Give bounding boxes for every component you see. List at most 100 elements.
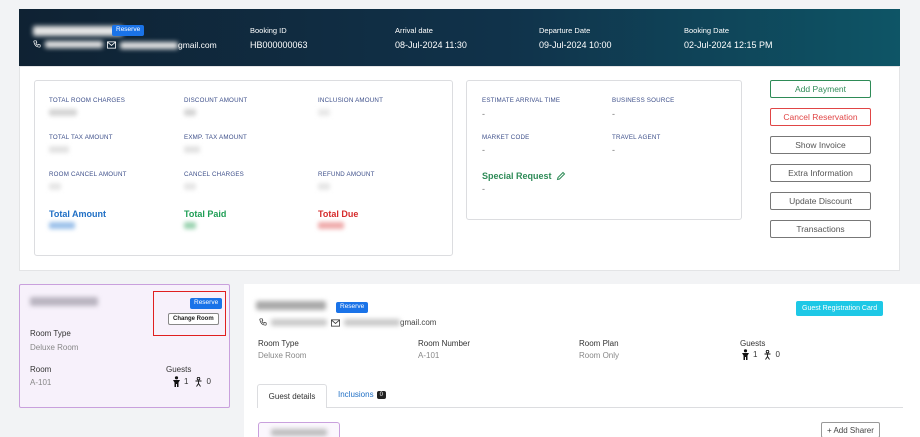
arrival-value: 08-Jul-2024 11:30 [395, 40, 467, 50]
room-status-badge: Reserve [190, 298, 223, 309]
children-count: 0 [206, 377, 211, 386]
total-paid-value [184, 222, 196, 229]
detail-room-type-label: Room Type [258, 339, 299, 348]
business-source-label: BUSINESS SOURCE [612, 97, 675, 104]
room-cancel-amount-label: ROOM CANCEL AMOUNT [49, 171, 127, 178]
booking-date-field: Booking Date 02-Jul-2024 12:15 PM [684, 26, 773, 50]
change-room-button[interactable]: Change Room [168, 313, 219, 325]
guest-email: gmail.com [107, 40, 217, 50]
booking-date-value: 02-Jul-2024 12:15 PM [684, 40, 773, 50]
detail-email-domain: gmail.com [400, 318, 437, 327]
booking-id-value: HB000000063 [250, 40, 308, 50]
total-amount-label: Total Amount [49, 209, 106, 219]
phone-redacted [45, 40, 103, 48]
inclusion-amount-label: INCLUSION AMOUNT [318, 97, 384, 104]
guest-phone [33, 40, 103, 48]
booking-info-card: ESTIMATE ARRIVAL TIME - BUSINESS SOURCE … [466, 80, 742, 220]
total-room-charges-value [49, 109, 77, 116]
total-room-charges-label: TOTAL ROOM CHARGES [49, 97, 126, 104]
total-due-value [318, 222, 344, 229]
detail-guests-count: 1 0 [741, 349, 780, 360]
room-type-label: Room Type [30, 329, 71, 338]
discount-amount-label: DISCOUNT AMOUNT [184, 97, 248, 104]
guests-count: 1 0 [172, 376, 211, 387]
departure-field: Departure Date 09-Jul-2024 10:00 [539, 26, 612, 50]
special-request-value: - [482, 184, 485, 194]
refund-amount-label: REFUND AMOUNT [318, 171, 375, 178]
departure-value: 09-Jul-2024 10:00 [539, 40, 612, 50]
booking-id-field: Booking ID HB000000063 [250, 26, 308, 50]
detail-email-redacted [344, 319, 400, 326]
tab-inclusions[interactable]: Inclusions 0 [338, 390, 386, 399]
detail-room-plan-value: Room Only [579, 351, 620, 360]
exmp-tax-amount-value [184, 146, 200, 153]
tab-guest-details[interactable]: Guest details [257, 384, 327, 408]
edit-icon[interactable] [556, 171, 566, 181]
inclusion-amount-value [318, 109, 330, 116]
add-payment-button[interactable]: Add Payment [770, 80, 871, 98]
sharer-name-redacted [271, 429, 327, 436]
tab-inclusions-label: Inclusions [338, 390, 374, 399]
detail-room-number-value: A-101 [418, 351, 440, 360]
update-discount-button[interactable]: Update Discount [770, 192, 871, 210]
child-icon [195, 376, 202, 387]
detail-room-plan-label: Room Plan [579, 339, 619, 348]
business-source-value: - [612, 109, 615, 119]
adult-icon [173, 376, 180, 387]
departure-label: Departure Date [539, 26, 591, 35]
detail-guest-name-redacted [256, 301, 326, 310]
status-badge: Reserve [112, 25, 145, 36]
tabs-divider [327, 407, 903, 408]
guests-label: Guests [166, 365, 192, 374]
phone-icon [259, 318, 267, 326]
arrival-field: Arrival date 08-Jul-2024 11:30 [395, 26, 467, 50]
phone-icon [33, 40, 41, 48]
charges-card: TOTAL ROOM CHARGES DISCOUNT AMOUNT INCLU… [34, 80, 453, 256]
special-request: Special Request [482, 171, 566, 181]
adult-icon [742, 349, 749, 360]
guest-name-redacted [33, 26, 123, 36]
discount-amount-value [184, 109, 196, 116]
sharer-card[interactable] [258, 422, 340, 437]
total-tax-amount-value [49, 146, 69, 153]
room-label: Room [30, 365, 52, 374]
detail-phone-redacted [271, 318, 327, 326]
eta-label: ESTIMATE ARRIVAL TIME [482, 97, 561, 104]
eta-value: - [482, 109, 485, 119]
transactions-button[interactable]: Transactions [770, 220, 871, 238]
total-amount-value [49, 222, 75, 229]
detail-room-type-value: Deluxe Room [258, 351, 307, 360]
room-cancel-amount-value [49, 183, 61, 190]
reservation-detail-panel: Reserve gmail.com Guest Registration Car… [244, 284, 920, 437]
cancel-reservation-button[interactable]: Cancel Reservation [770, 108, 871, 126]
booking-date-label: Booking Date [684, 26, 730, 35]
detail-adults-count: 1 [753, 350, 758, 359]
add-sharer-button[interactable]: + Add Sharer [821, 422, 880, 437]
room-value: A-101 [30, 378, 52, 387]
detail-phone [259, 318, 327, 326]
travel-agent-label: TRAVEL AGENT [612, 134, 661, 141]
inclusions-count-badge: 0 [376, 390, 386, 399]
room-guest-name-redacted [30, 297, 98, 306]
guest-registration-card-button[interactable]: Guest Registration Card [796, 301, 884, 316]
refund-amount-value [318, 183, 330, 190]
cancel-charges-label: CANCEL CHARGES [184, 171, 244, 178]
mail-icon [331, 318, 340, 327]
email-redacted [120, 41, 178, 49]
arrival-label: Arrival date [395, 26, 433, 35]
total-tax-amount-label: TOTAL TAX AMOUNT [49, 134, 113, 141]
adults-count: 1 [184, 377, 189, 386]
detail-room-number-label: Room Number [418, 339, 471, 348]
email-domain: gmail.com [178, 40, 217, 50]
room-card[interactable]: Reserve Change Room Room Type Deluxe Roo… [19, 284, 230, 408]
booking-id-label: Booking ID [250, 26, 287, 35]
market-code-value: - [482, 145, 485, 155]
total-paid-label: Total Paid [184, 209, 227, 219]
exmp-tax-amount-label: EXMP. TAX AMOUNT [184, 134, 248, 141]
cancel-charges-value [184, 183, 196, 190]
booking-header: Reserve gmail.com Booking ID HB000000063… [19, 9, 900, 66]
show-invoice-button[interactable]: Show Invoice [770, 136, 871, 154]
mail-icon [107, 41, 116, 49]
detail-status-badge: Reserve [336, 302, 369, 313]
extra-information-button[interactable]: Extra Information [770, 164, 871, 182]
